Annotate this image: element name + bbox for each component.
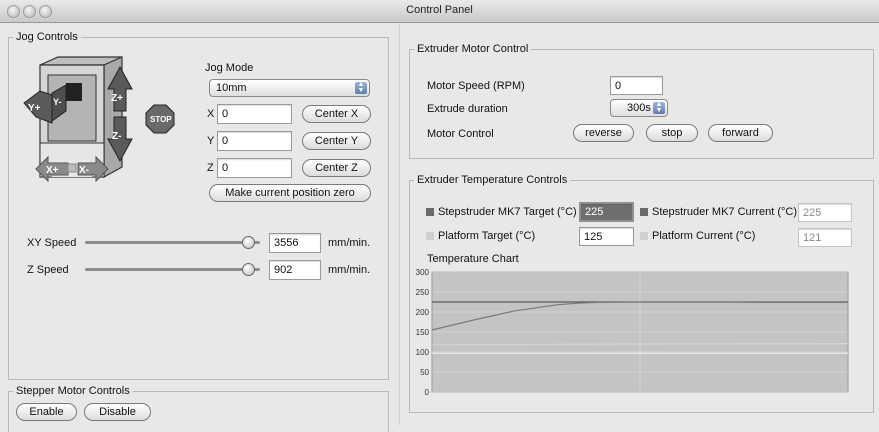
y-position-label: Y <box>207 135 215 147</box>
window-title: Control Panel <box>406 4 473 16</box>
disable-button[interactable]: Disable <box>84 403 151 421</box>
y-tick-label: 150 <box>416 328 430 337</box>
y-minus-label: Y- <box>53 97 62 107</box>
stop-label: STOP <box>150 115 172 124</box>
extrude-duration-value: 300s <box>627 102 651 114</box>
make-position-zero-button[interactable]: Make current position zero <box>209 184 371 202</box>
y-tick-label: 50 <box>420 368 429 377</box>
x-position-input[interactable] <box>217 104 292 124</box>
temperature-chart-title: Temperature Chart <box>427 253 519 265</box>
y-tick-label: 300 <box>416 268 430 277</box>
extrude-duration-label: Extrude duration <box>427 103 508 115</box>
x-home-icon <box>67 163 77 173</box>
platform-target-swatch <box>426 232 434 240</box>
jog-mode-value: 10mm <box>216 82 247 94</box>
z-position-label: Z <box>207 162 214 174</box>
jog-mode-label: Jog Mode <box>205 62 254 74</box>
z-speed-slider-knob[interactable] <box>241 263 255 276</box>
center-z-button[interactable]: Center Z <box>302 159 371 177</box>
motor-speed-label: Motor Speed (RPM) <box>427 80 525 92</box>
stepper-motor-title: Stepper Motor Controls <box>13 385 133 397</box>
z-position-input[interactable] <box>217 158 292 178</box>
xy-speed-label: XY Speed <box>27 237 77 249</box>
extruder-target-label: Stepstruder MK7 Target (°C) <box>438 206 577 218</box>
x-minus-label: X- <box>79 165 89 176</box>
jog-mode-select[interactable]: 10mm ▲ ▼ <box>209 79 370 97</box>
extruder-current-swatch <box>640 208 648 216</box>
center-x-button[interactable]: Center X <box>302 105 371 123</box>
title-bar: Control Panel <box>0 0 879 23</box>
y-tick-label: 250 <box>416 288 430 297</box>
platform-current-swatch <box>640 232 648 240</box>
y-tick-label: 100 <box>416 348 430 357</box>
extruder-target-swatch <box>426 208 434 216</box>
temperature-title: Extruder Temperature Controls <box>414 174 571 186</box>
x-position-label: X <box>207 108 215 120</box>
enable-button[interactable]: Enable <box>16 403 77 421</box>
xy-speed-slider[interactable] <box>85 241 260 244</box>
xy-speed-unit: mm/min. <box>328 237 371 249</box>
platform-target-input[interactable] <box>579 227 634 246</box>
z-speed-label: Z Speed <box>27 264 69 276</box>
extruder-current-label: Stepstruder MK7 Current (°C) <box>652 206 797 218</box>
y-plus-button[interactable]: Y+ <box>23 90 53 124</box>
y-tick-label: 0 <box>425 388 430 397</box>
stop-button[interactable]: STOP <box>145 104 175 134</box>
z-plus-label: Z+ <box>111 93 123 104</box>
xy-speed-input[interactable] <box>269 233 321 253</box>
y-tick-label: 200 <box>416 308 430 317</box>
xy-speed-slider-knob[interactable] <box>241 236 255 249</box>
z-speed-input[interactable] <box>269 260 321 280</box>
motor-control-label: Motor Control <box>427 128 494 140</box>
forward-button[interactable]: forward <box>708 124 773 142</box>
printer-jog-graphic: Y+ Y- Z+ Z- STOP X+ X- <box>23 56 175 183</box>
stop-motor-button[interactable]: stop <box>646 124 698 142</box>
extrude-duration-select[interactable]: 300s ▲ ▼ <box>610 99 668 117</box>
motor-speed-input[interactable] <box>610 76 663 95</box>
extruder-target-input[interactable] <box>579 202 634 222</box>
select-arrows-icon: ▲ ▼ <box>355 81 367 94</box>
extruder-icon <box>66 83 82 101</box>
temperature-chart: 0 50 100 150 200 250 300 <box>416 268 849 397</box>
extruder-motor-title: Extruder Motor Control <box>414 43 532 55</box>
x-plus-label: X+ <box>46 165 59 176</box>
center-y-button[interactable]: Center Y <box>302 132 371 150</box>
reverse-button[interactable]: reverse <box>573 124 634 142</box>
platform-current-label: Platform Current (°C) <box>652 230 756 242</box>
z-speed-slider[interactable] <box>85 268 260 271</box>
y-plus-label: Y+ <box>28 103 41 114</box>
z-minus-label: Z- <box>112 131 121 142</box>
z-speed-unit: mm/min. <box>328 264 371 276</box>
y-position-input[interactable] <box>217 131 292 151</box>
extruder-current-field <box>798 203 852 222</box>
jog-controls-title: Jog Controls <box>13 31 81 43</box>
platform-target-label: Platform Target (°C) <box>438 230 536 242</box>
select-arrows-icon: ▲ ▼ <box>653 101 665 114</box>
platform-current-field <box>798 228 852 247</box>
